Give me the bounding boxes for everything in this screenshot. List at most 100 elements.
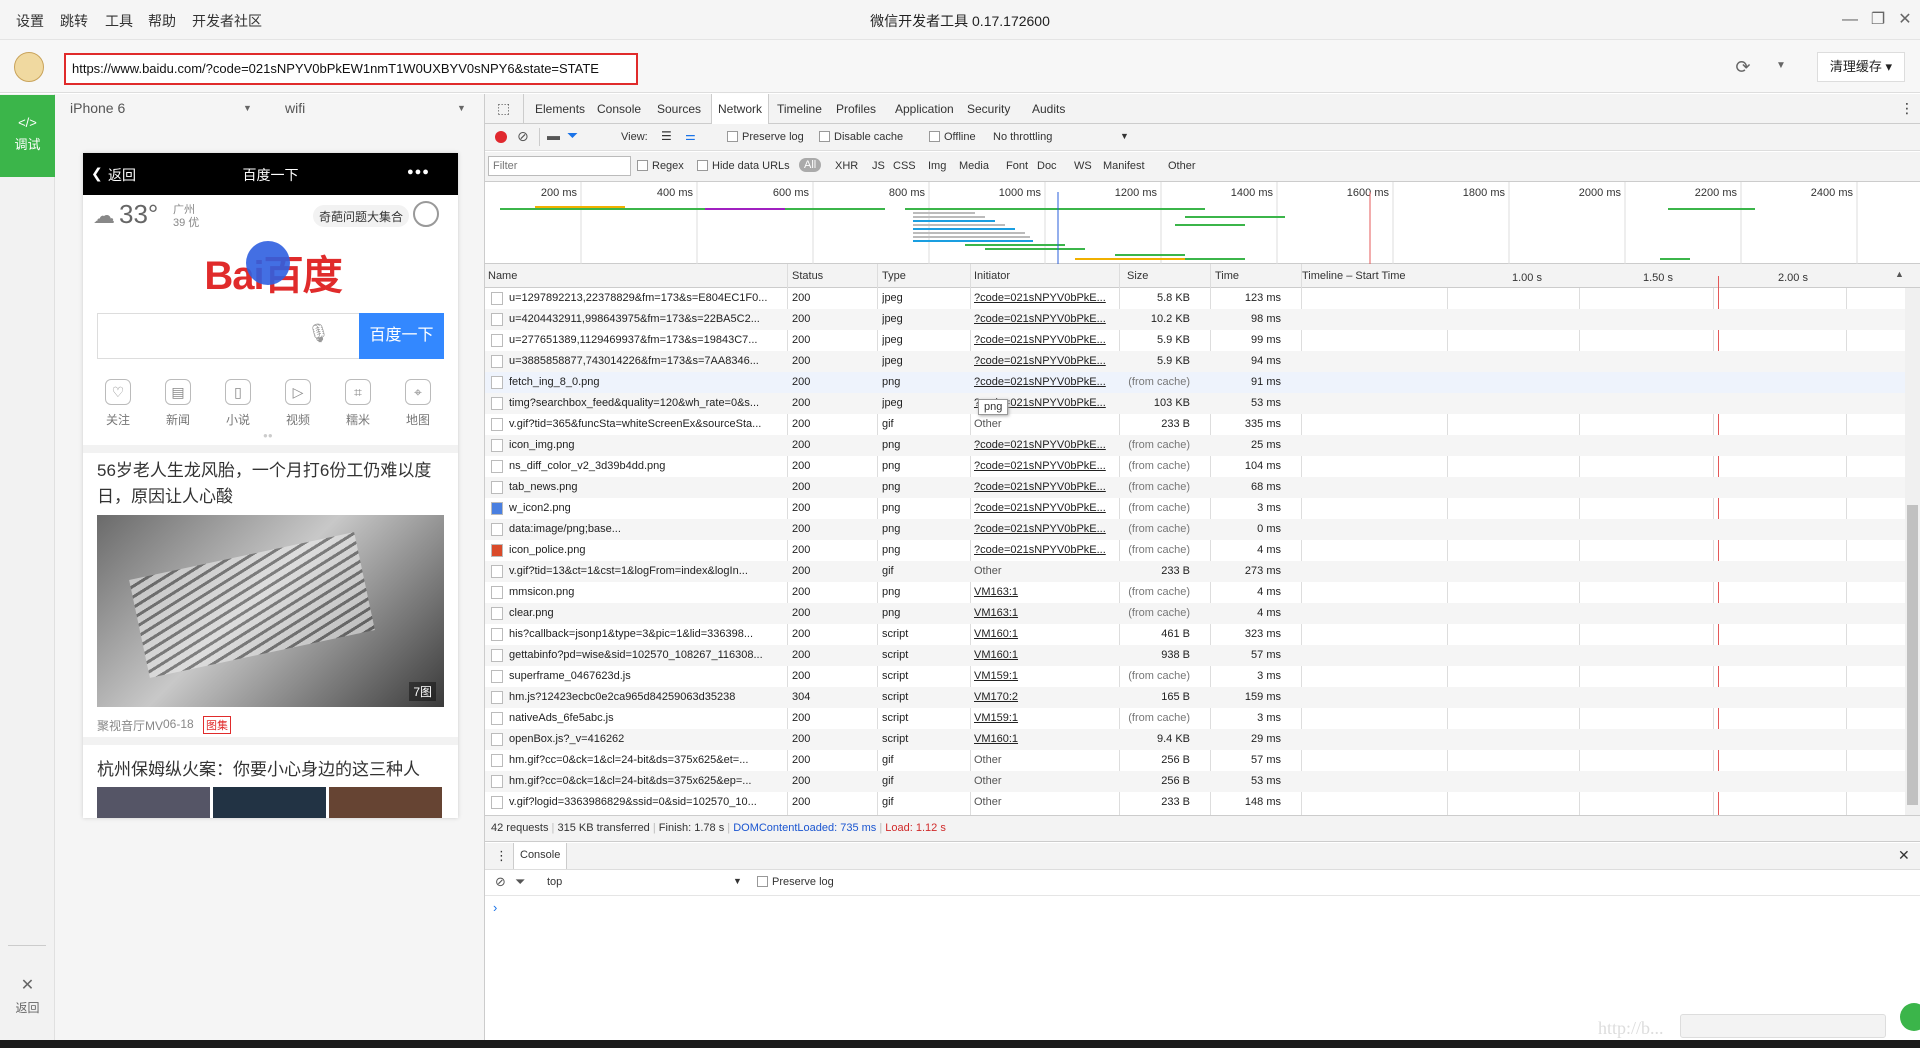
- request-initiator[interactable]: ?code=021sNPYV0bPkE...: [974, 334, 1109, 346]
- filter-type-media[interactable]: Media: [959, 160, 989, 172]
- debug-tab[interactable]: </> 调试: [0, 95, 55, 177]
- filter-icon[interactable]: ⏷: [567, 127, 578, 144]
- quick-link-label[interactable]: 糯米: [337, 411, 379, 428]
- clear-icon[interactable]: ⊘: [517, 128, 529, 145]
- request-name[interactable]: v.gif?tid=365&funcSta=whiteScreenEx&sour…: [509, 418, 799, 430]
- table-row[interactable]: v.gif?tid=13&ct=1&cst=1&logFrom=index&lo…: [485, 561, 1905, 582]
- ime-toolbar[interactable]: [1680, 1014, 1886, 1038]
- restore-icon[interactable]: ❐: [1868, 10, 1888, 30]
- request-name[interactable]: u=4204432911,998643975&fm=173&s=22BA5C2.…: [509, 313, 799, 325]
- nav-back-chevron-icon[interactable]: ❮: [91, 165, 103, 182]
- menu-settings[interactable]: 设置: [16, 11, 44, 31]
- table-row[interactable]: hm.gif?cc=0&ck=1&cl=24-bit&ds=375x625&et…: [485, 750, 1905, 771]
- filter-type-manifest[interactable]: Manifest: [1103, 160, 1145, 172]
- request-initiator[interactable]: ?code=021sNPYV0bPkE...: [974, 292, 1109, 304]
- nav-back-label[interactable]: 返回: [108, 165, 136, 185]
- request-initiator[interactable]: VM160:1: [974, 628, 1109, 640]
- table-row[interactable]: u=277651389,1129469937&fm=173&s=19843C7.…: [485, 330, 1905, 351]
- request-name[interactable]: hm.gif?cc=0&ck=1&cl=24-bit&ds=375x625&ep…: [509, 775, 799, 787]
- quick-link-label[interactable]: 新闻: [157, 411, 199, 428]
- tab-audits[interactable]: Audits: [1032, 102, 1065, 116]
- tab-profiles[interactable]: Profiles: [836, 102, 876, 116]
- request-name[interactable]: icon_police.png: [509, 544, 799, 556]
- filter-type-font[interactable]: Font: [1006, 160, 1028, 172]
- table-row[interactable]: u=4204432911,998643975&fm=173&s=22BA5C2.…: [485, 309, 1905, 330]
- throttling-select[interactable]: No throttling: [993, 131, 1052, 143]
- nav-more-icon[interactable]: ●●●: [407, 166, 430, 178]
- tab-timeline[interactable]: Timeline: [777, 102, 822, 116]
- network-dropdown-icon[interactable]: ▼: [457, 103, 466, 113]
- device-select[interactable]: iPhone 6: [70, 100, 125, 116]
- tab-security[interactable]: Security: [967, 102, 1010, 116]
- tab-application[interactable]: Application: [895, 102, 954, 116]
- large-rows-icon[interactable]: ☰: [661, 129, 672, 143]
- request-name[interactable]: w_icon2.png: [509, 502, 799, 514]
- table-row[interactable]: icon_police.png 200 png ?code=021sNPYV0bPkE…: [485, 540, 1905, 561]
- request-initiator[interactable]: VM163:1: [974, 586, 1109, 598]
- table-row[interactable]: superframe_0467623d.js 200 script VM159:1 (f…: [485, 666, 1905, 687]
- device-dropdown-icon[interactable]: ▼: [243, 103, 252, 113]
- request-name[interactable]: u=1297892213,22378829&fm=173&s=E804EC1F0…: [509, 292, 799, 304]
- url-dropdown-icon[interactable]: ▼: [1776, 60, 1786, 71]
- column-header[interactable]: Type: [882, 270, 906, 282]
- user-profile-icon[interactable]: [413, 201, 439, 227]
- request-initiator[interactable]: ?code=021sNPYV0bPkE...: [974, 460, 1109, 472]
- drawer-tab-console[interactable]: Console: [513, 843, 568, 869]
- news1-image[interactable]: 7图: [97, 515, 444, 707]
- column-header[interactable]: Status: [792, 270, 823, 282]
- request-name[interactable]: his?callback=jsonp1&type=3&pic=1&lid=336…: [509, 628, 799, 640]
- tab-network[interactable]: Network: [711, 94, 770, 124]
- request-name[interactable]: hm.js?12423ecbc0e2ca965d84259063d35238: [509, 691, 799, 703]
- request-name[interactable]: nativeAds_6fe5abc.js: [509, 712, 799, 724]
- network-select[interactable]: wifi: [285, 100, 305, 116]
- throttling-dropdown-icon[interactable]: ▼: [1120, 131, 1129, 141]
- request-name[interactable]: v.gif?logid=3363986829&ssid=0&sid=102570…: [509, 796, 799, 808]
- table-row[interactable]: clear.png 200 png VM163:1 (from cache) 4 ms: [485, 603, 1905, 624]
- phone-search-button[interactable]: 百度一下: [359, 313, 444, 359]
- column-header[interactable]: Time: [1215, 270, 1239, 282]
- table-row[interactable]: mmsicon.png 200 png VM163:1 (from cache) 4 ms: [485, 582, 1905, 603]
- back-tab[interactable]: ✕ 返回: [0, 975, 55, 1025]
- request-name[interactable]: mmsicon.png: [509, 586, 799, 598]
- request-initiator[interactable]: ?code=021sNPYV0bPkE...: [974, 355, 1109, 367]
- request-initiator[interactable]: ?code=021sNPYV0bPkE...: [974, 544, 1109, 556]
- request-initiator[interactable]: VM163:1: [974, 607, 1109, 619]
- table-row[interactable]: openBox.js?_v=416262 200 script VM160:1 9.4 …: [485, 729, 1905, 750]
- promo-pill[interactable]: 奇葩问题大集合: [313, 205, 410, 227]
- request-initiator[interactable]: VM160:1: [974, 733, 1109, 745]
- filter-type-other[interactable]: Other: [1168, 160, 1196, 172]
- drawer-menu-icon[interactable]: ⋮: [495, 848, 508, 864]
- table-row[interactable]: fetch_ing_8_0.png 200 png ?code=021sNPYV0bP…: [485, 372, 1905, 393]
- request-name[interactable]: fetch_ing_8_0.png: [509, 376, 799, 388]
- quick-link-label[interactable]: 小说: [217, 411, 259, 428]
- tab-elements[interactable]: Elements: [535, 102, 585, 116]
- request-name[interactable]: ns_diff_color_v2_3d39b4dd.png: [509, 460, 799, 472]
- tab-sources[interactable]: Sources: [657, 102, 701, 116]
- request-name[interactable]: data:image/png;base...: [509, 523, 799, 535]
- request-name[interactable]: superframe_0467623d.js: [509, 670, 799, 682]
- filter-type-doc[interactable]: Doc: [1037, 160, 1057, 172]
- table-row[interactable]: v.gif?logid=3363986829&ssid=0&sid=102570…: [485, 792, 1905, 813]
- console-filter-icon[interactable]: ⏷: [515, 874, 525, 890]
- sort-asc-icon[interactable]: ▲: [1895, 269, 1904, 279]
- request-name[interactable]: hm.gif?cc=0&ck=1&cl=24-bit&ds=375x625&et…: [509, 754, 799, 766]
- request-name[interactable]: icon_img.png: [509, 439, 799, 451]
- request-initiator[interactable]: ?code=021sNPYV0bPkE...: [974, 376, 1109, 388]
- menu-goto[interactable]: 跳转: [60, 11, 88, 31]
- offline-checkbox[interactable]: Offline: [929, 131, 976, 143]
- console-preserve-log-checkbox[interactable]: Preserve log: [757, 876, 834, 888]
- request-initiator[interactable]: VM170:2: [974, 691, 1109, 703]
- drawer-close-icon[interactable]: ✕: [1898, 847, 1910, 864]
- waterfall-view-icon[interactable]: ⚌: [685, 129, 696, 143]
- voice-mic-icon[interactable]: 🎙: [307, 323, 330, 344]
- hide-data-urls-checkbox[interactable]: Hide data URLs: [697, 160, 790, 172]
- filter-type-all[interactable]: All: [799, 158, 822, 172]
- filter-input[interactable]: [488, 156, 631, 176]
- minimize-icon[interactable]: —: [1840, 10, 1860, 30]
- quick-link-label[interactable]: 关注: [97, 411, 139, 428]
- request-initiator[interactable]: ?code=021sNPYV0bPkE...: [974, 502, 1109, 514]
- request-initiator[interactable]: VM160:1: [974, 649, 1109, 661]
- request-name[interactable]: v.gif?tid=13&ct=1&cst=1&logFrom=index&lo…: [509, 565, 799, 577]
- heart-icon[interactable]: ♡: [105, 379, 131, 405]
- camera-icon[interactable]: ▬: [547, 128, 560, 143]
